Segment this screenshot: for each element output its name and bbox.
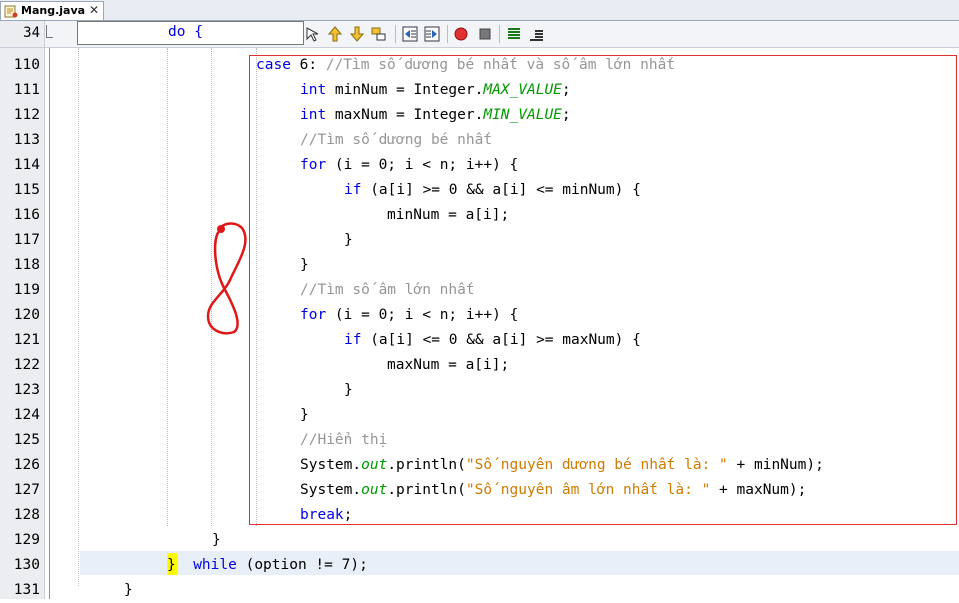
toggle-comment-icon[interactable] (304, 25, 322, 43)
code-token: } (212, 532, 221, 548)
code-line: } (212, 528, 221, 553)
find-next-icon[interactable] (348, 25, 366, 43)
line-number: 119 (13, 282, 40, 298)
line-number: 122 (13, 357, 40, 373)
toolbar-gutter: 34 (0, 21, 45, 47)
fold-marker-icon (46, 25, 53, 38)
annotation-box (249, 55, 957, 525)
code-line: } while (option != 7); (167, 553, 368, 578)
line-number-gutter: 110 111 112 113 114 115 116 117 118 119 120 121 122 1… (0, 48, 45, 599)
stop-macro-icon[interactable] (476, 25, 494, 43)
code-token: (option != 7); (236, 557, 368, 573)
line-number: 131 (13, 582, 40, 598)
line-number: 127 (13, 482, 40, 498)
code-token: while (193, 557, 237, 573)
code-token: } (167, 557, 176, 573)
line-number: 125 (13, 432, 40, 448)
toolbar-separator (499, 25, 500, 43)
java-file-icon (4, 5, 18, 18)
code-token: } (124, 582, 133, 598)
indent-guide (78, 48, 79, 586)
find-selection-icon[interactable] (370, 25, 388, 43)
start-macro-icon[interactable] (452, 25, 470, 43)
editor-tab-bar: Mang.java ✕ (0, 0, 959, 21)
line-number: 111 (13, 82, 40, 98)
line-number: 112 (13, 107, 40, 123)
shift-left-icon[interactable] (401, 25, 419, 43)
toolbar-separator (447, 25, 448, 43)
line-number: 114 (13, 157, 40, 173)
indent-guide (167, 48, 168, 526)
editor-toolbar: 34 do { (0, 21, 959, 48)
line-number: 130 (13, 557, 40, 573)
shift-right-icon[interactable] (423, 25, 441, 43)
next-bookmark-icon[interactable] (527, 25, 545, 43)
find-previous-icon[interactable] (326, 25, 344, 43)
line-number: 128 (13, 507, 40, 523)
tab-file-name: Mang.java (21, 4, 86, 17)
editor-tab-mang-java[interactable]: Mang.java ✕ (0, 1, 104, 20)
line-number: 123 (13, 382, 40, 398)
line-number: 126 (13, 457, 40, 473)
line-number: 117 (13, 232, 40, 248)
line-number: 115 (13, 182, 40, 198)
line-number: 121 (13, 332, 40, 348)
code-preview-popup: do { (77, 21, 304, 45)
line-number: 113 (13, 132, 40, 148)
toolbar-line-number: 34 (23, 25, 40, 41)
line-number: 116 (13, 207, 40, 223)
line-number: 118 (13, 257, 40, 273)
code-preview-text: do { (168, 24, 203, 40)
close-tab-icon[interactable]: ✕ (89, 3, 99, 17)
line-number: 124 (13, 407, 40, 423)
line-number: 129 (13, 532, 40, 548)
previous-bookmark-icon[interactable] (505, 25, 523, 43)
fold-guide (49, 48, 50, 599)
code-line: } (124, 578, 133, 603)
annotation-scribble (206, 222, 247, 335)
line-number: 110 (13, 57, 40, 73)
line-number: 120 (13, 307, 40, 323)
toolbar-separator (395, 25, 396, 43)
